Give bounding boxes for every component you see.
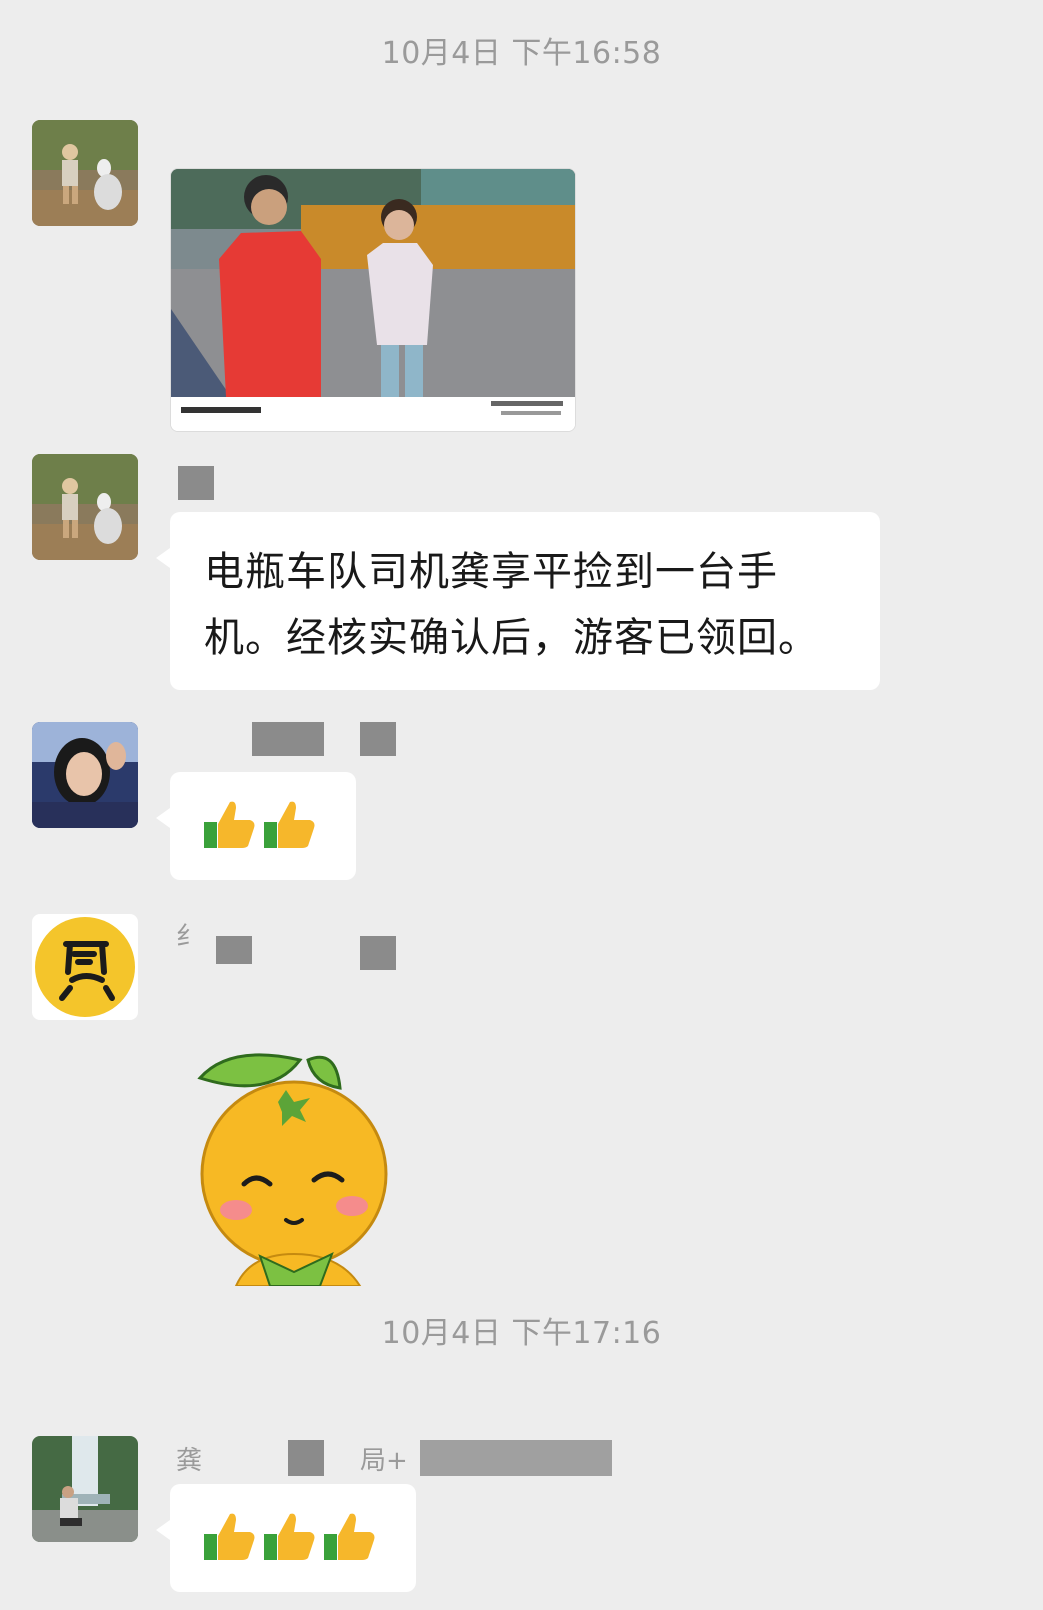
- nickname: 局+: [360, 1446, 408, 1476]
- avatar[interactable]: [32, 722, 138, 828]
- thumbs-up-icon: [204, 801, 255, 848]
- redacted-nickname: [420, 1440, 612, 1476]
- avatar[interactable]: [32, 1436, 138, 1542]
- timestamp: 10月4日 下午17:16: [381, 1316, 662, 1351]
- avatar[interactable]: [32, 914, 138, 1020]
- thumbs-up-icon: [204, 1513, 255, 1560]
- orange-mascot-sticker[interactable]: [190, 1040, 430, 1287]
- shared-photo[interactable]: [170, 168, 576, 432]
- message-bubble[interactable]: 电瓶车队司机龚享平捡到一台手机。经核实确认后，游客已领回。: [156, 512, 880, 690]
- redacted-nickname: [252, 722, 324, 756]
- redacted-nickname: [360, 722, 396, 756]
- message-text: 电瓶车队司机龚享平捡到一台手机。经核实确认后，游客已领回。: [204, 549, 819, 661]
- thumbs-up-icon: [264, 1513, 315, 1560]
- redacted-nickname: [360, 936, 396, 970]
- thumbs-up-icon: [324, 1513, 375, 1560]
- nickname: 纟: [176, 922, 203, 952]
- thumbs-up-icon: [264, 801, 315, 848]
- avatar[interactable]: [32, 454, 138, 560]
- message-bubble[interactable]: [156, 1484, 416, 1592]
- message-bubble[interactable]: [156, 772, 356, 880]
- redacted-nickname: [178, 466, 214, 500]
- avatar[interactable]: [32, 120, 138, 226]
- nickname: 龚: [176, 1446, 203, 1476]
- redacted-nickname: [288, 1440, 324, 1476]
- redacted-nickname: [216, 936, 252, 964]
- timestamp: 10月4日 下午16:58: [381, 36, 662, 71]
